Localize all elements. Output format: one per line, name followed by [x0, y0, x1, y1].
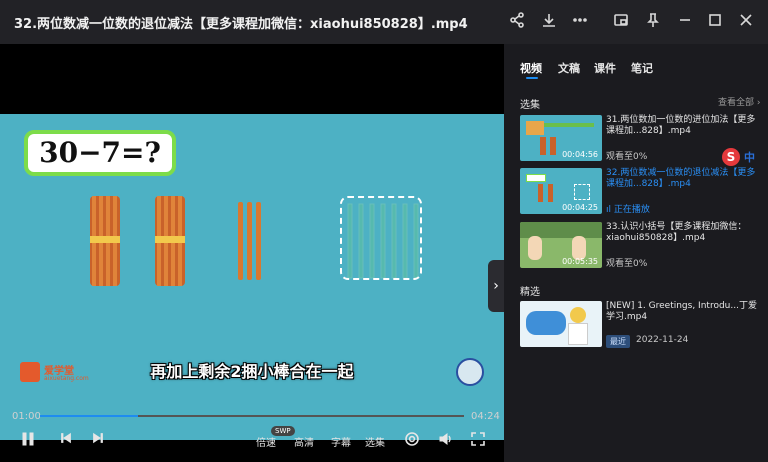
subtitle-button[interactable]: 字幕 — [331, 434, 351, 449]
title-bar: 32.两位数减一位数的退位减法【更多课程加微信：xiaohui850828】.m… — [0, 0, 768, 44]
episode-thumbnail: 00:05:35 — [520, 222, 602, 268]
featured-item[interactable]: [NEW] 1. Greetings, Introdu...丁爱学习.mp4 最… — [520, 301, 760, 351]
episode-item[interactable]: 00:05:35 33.认识小括号【更多课程加微信：xiaohui850828】… — [520, 222, 760, 272]
mini-window-icon[interactable] — [612, 12, 630, 30]
ime-indicator[interactable]: S 中 — [722, 148, 762, 166]
featured-date: 2022-11-24 — [636, 335, 689, 345]
close-icon[interactable] — [737, 12, 755, 30]
stick-bundle-icon — [90, 196, 120, 286]
pause-button[interactable] — [20, 431, 36, 450]
download-icon[interactable] — [540, 12, 558, 30]
maximize-icon[interactable] — [706, 12, 724, 30]
stick-bundle-icon — [155, 196, 185, 286]
logo-url: aixuetang.com — [44, 375, 89, 382]
featured-header: 精选 — [520, 287, 540, 298]
episode-title: 32.两位数减一位数的退位减法【更多课程加...828】.mp4 — [606, 168, 756, 189]
featured-thumbnail — [520, 301, 602, 347]
collapse-sidebar-button[interactable]: › — [488, 260, 504, 312]
swp-badge: SWP — [271, 426, 295, 436]
featured-title: [NEW] 1. Greetings, Introdu...丁爱学习.mp4 — [606, 301, 757, 322]
total-time: 04:24 — [471, 411, 500, 422]
dashed-selection-box — [340, 196, 422, 280]
speed-button[interactable]: 倍速 — [256, 434, 276, 449]
episode-duration: 00:04:25 — [562, 203, 598, 212]
volume-icon[interactable] — [438, 431, 454, 450]
fullscreen-icon[interactable] — [470, 431, 486, 450]
see-all-label: 查看全部 — [718, 98, 755, 108]
episode-status-label: 正在播放 — [613, 205, 650, 215]
pin-icon[interactable] — [644, 12, 662, 30]
episode-item[interactable]: 00:04:25 32.两位数减一位数的退位减法【更多课程加...828】.mp… — [520, 168, 760, 218]
episode-duration: 00:04:56 — [562, 150, 598, 159]
emblem-logo-icon — [456, 358, 484, 386]
chevron-right-icon: › — [756, 98, 761, 108]
episode-duration: 00:05:35 — [562, 257, 598, 266]
see-all-link[interactable]: 查看全部 › — [718, 95, 761, 108]
current-time: 01:00 — [12, 411, 41, 422]
progress-fill — [40, 415, 138, 417]
playing-bars-icon: ıl — [606, 205, 614, 215]
tab-courseware[interactable]: 课件 — [594, 60, 616, 76]
window-title: 32.两位数减一位数的退位减法【更多课程加微信：xiaohui850828】.m… — [14, 17, 468, 32]
more-icon[interactable] — [571, 12, 589, 30]
minimize-icon[interactable] — [676, 12, 694, 30]
episode-thumbnail: 00:04:25 — [520, 168, 602, 214]
recent-tag: 最近 — [606, 335, 630, 348]
episodes-button[interactable]: 选集 — [365, 434, 385, 449]
video-frame[interactable]: 30−7=? 再加上剩余2捆小棒合在一起 爱学堂 aixuetang.com — [0, 114, 504, 440]
episode-title: 33.认识小括号【更多课程加微信：xiaohui850828】.mp4 — [606, 222, 747, 243]
share-icon[interactable] — [508, 12, 526, 30]
next-button[interactable] — [92, 432, 104, 447]
logo-mark-icon — [20, 362, 40, 382]
episode-title: 31.两位数加一位数的进位加法【更多课程加...828】.mp4 — [606, 115, 756, 136]
ime-language-label: 中 — [744, 151, 755, 164]
episodes-header: 选集 — [520, 100, 540, 111]
progress-bar[interactable] — [40, 415, 464, 417]
aixuetang-logo: 爱学堂 aixuetang.com — [20, 362, 90, 386]
episode-status: 观看至0% — [606, 259, 648, 269]
equation-box: 30−7=? — [24, 130, 176, 176]
video-player[interactable]: 30−7=? 再加上剩余2捆小棒合在一起 爱学堂 aixuetang.com › — [0, 44, 504, 462]
sogou-icon: S — [722, 148, 740, 166]
episode-status: 观看至0% — [606, 152, 648, 162]
loose-sticks-icon — [238, 202, 261, 280]
tab-notes[interactable]: 笔记 — [631, 60, 653, 76]
quality-button[interactable]: 高清 — [294, 434, 314, 449]
tab-transcript[interactable]: 文稿 — [558, 60, 580, 76]
sidebar: 视频 文稿 课件 笔记 选集 查看全部 › 00:04:56 31.两位数加一位… — [504, 44, 768, 462]
episode-status: ıl 正在播放 — [606, 202, 650, 215]
episode-thumbnail: 00:04:56 — [520, 115, 602, 161]
tab-video[interactable]: 视频 — [520, 60, 542, 76]
active-tab-indicator — [526, 77, 538, 79]
previous-button[interactable] — [60, 432, 72, 447]
settings-icon[interactable] — [404, 431, 420, 450]
